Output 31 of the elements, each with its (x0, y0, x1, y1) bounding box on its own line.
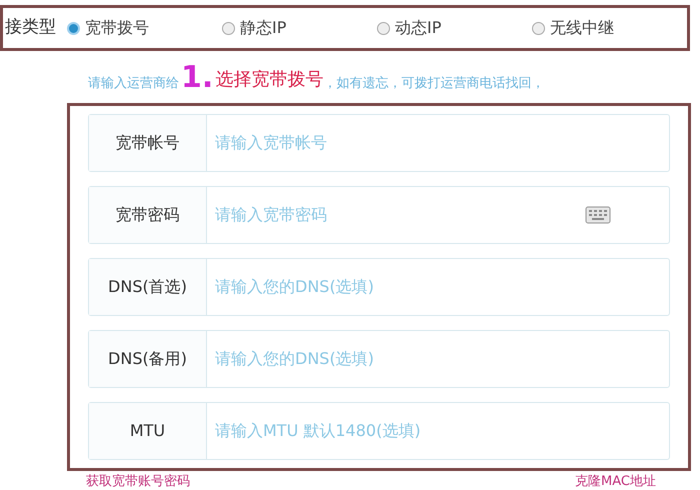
text-input[interactable]: 请输入宽带帐号 (207, 115, 669, 171)
input-field[interactable]: DNS(备用) 请输入您的DNS(选填) (88, 330, 670, 388)
link[interactable]: 获取宽带账号密码 (86, 475, 190, 488)
field-label: DNS(首选) (89, 259, 207, 315)
input-field[interactable]: 宽带密码 请输入宽带密码 (88, 186, 670, 244)
radio-icon[interactable] (222, 22, 235, 34)
annotation-number: 1. (181, 63, 214, 93)
radio-option[interactable]: 动态IP (377, 16, 532, 40)
text-input[interactable]: 请输入宽带密码 (207, 187, 585, 243)
hint-text: ，如有遗忘，可拨打运营商电话找回， (323, 74, 544, 92)
field-label: 宽带帐号 (89, 115, 207, 171)
field-label: MTU (89, 403, 207, 459)
text-input[interactable]: 请输入您的DNS(选填) (207, 259, 669, 315)
radio-option[interactable]: 无线中继 (532, 16, 687, 40)
text-input[interactable]: 请输入MTU 默认1480(选填) (207, 403, 669, 459)
input-field[interactable]: 宽带帐号 请输入宽带帐号 (88, 114, 670, 172)
connection-type-label: 接类型 (5, 16, 57, 40)
input-field[interactable]: MTU 请输入MTU 默认1480(选填) (88, 402, 670, 460)
field-label: DNS(备用) (89, 331, 207, 387)
radio-option[interactable]: 宽带拨号 (67, 16, 222, 40)
radio-icon[interactable] (377, 22, 390, 34)
input-field[interactable]: DNS(首选) 请输入您的DNS(选填) (88, 258, 670, 316)
radio-icon[interactable] (532, 22, 545, 34)
field-label: 宽带密码 (89, 187, 207, 243)
radio-option[interactable]: 静态IP (222, 16, 377, 40)
hint-text: 请输入运营商给 (88, 74, 179, 92)
text-input[interactable]: 请输入您的DNS(选填) (207, 331, 669, 387)
radio-icon[interactable] (67, 22, 80, 34)
keyboard-icon[interactable] (585, 206, 611, 224)
annotation-text: 选择宽带拨号 (215, 68, 324, 92)
link[interactable]: 克隆MAC地址 (575, 475, 656, 488)
